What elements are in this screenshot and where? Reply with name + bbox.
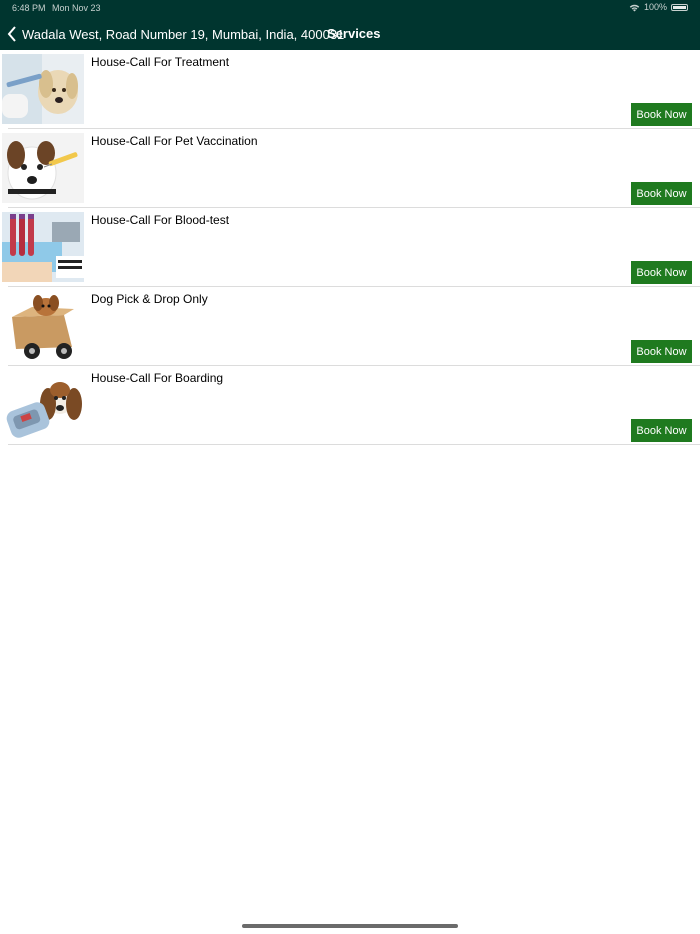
status-date: Mon Nov 23 <box>52 3 101 13</box>
book-now-button[interactable]: Book Now <box>631 103 692 126</box>
service-image <box>2 370 84 440</box>
service-title: House-Call For Blood-test <box>91 213 230 227</box>
page-title: Services <box>327 26 381 41</box>
service-image <box>2 212 84 282</box>
book-now-button[interactable]: Book Now <box>631 182 692 205</box>
navigation-bar: 6:48 PM Mon Nov 23 100% Wadala West, Roa… <box>0 0 700 50</box>
service-image <box>2 291 84 361</box>
list-item[interactable]: Dog Pick & Drop Only Book Now <box>2 287 700 366</box>
chevron-left-icon <box>7 26 16 42</box>
list-item[interactable]: House-Call For Treatment Book Now <box>2 50 700 129</box>
list-item[interactable]: House-Call For Boarding Book Now <box>2 366 700 445</box>
service-title: Dog Pick & Drop Only <box>91 292 208 306</box>
status-bar: 6:48 PM Mon Nov 23 100% <box>0 0 700 16</box>
book-now-button[interactable]: Book Now <box>631 261 692 284</box>
service-title: House-Call For Pet Vaccination <box>91 134 258 148</box>
back-button[interactable]: Wadala West, Road Number 19, Mumbai, Ind… <box>6 22 344 46</box>
battery-icon <box>671 3 688 11</box>
list-item[interactable]: House-Call For Pet Vaccination Book Now <box>2 129 700 208</box>
services-list: House-Call For Treatment Book Now House-… <box>0 50 700 445</box>
status-time: 6:48 PM <box>12 3 46 13</box>
back-label: Wadala West, Road Number 19, Mumbai, Ind… <box>22 26 345 42</box>
battery-percent: 100% <box>643 2 667 12</box>
home-indicator[interactable] <box>242 924 458 928</box>
service-title: House-Call For Boarding <box>91 371 224 385</box>
list-item[interactable]: House-Call For Blood-test Book Now <box>2 208 700 287</box>
book-now-button[interactable]: Book Now <box>631 340 692 363</box>
service-title: House-Call For Treatment <box>91 55 230 69</box>
wifi-icon <box>629 4 640 11</box>
service-image <box>2 54 84 124</box>
book-now-button[interactable]: Book Now <box>631 419 692 442</box>
service-image <box>2 133 84 203</box>
nav-row: Wadala West, Road Number 19, Mumbai, Ind… <box>0 22 700 46</box>
status-right: 100% <box>629 2 688 12</box>
